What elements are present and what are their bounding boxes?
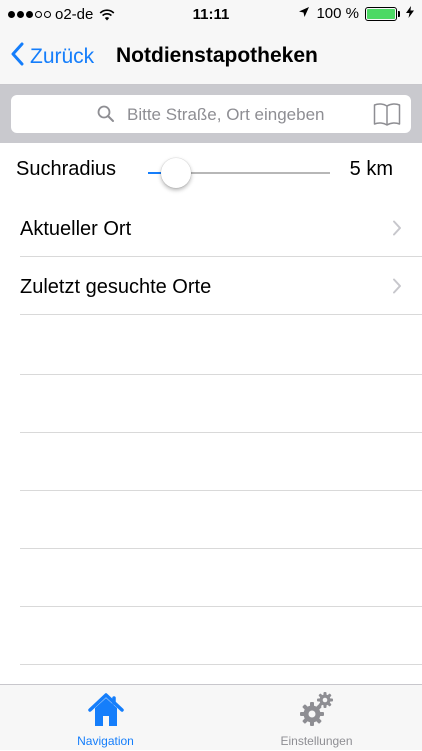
back-button[interactable]: Zurück bbox=[10, 42, 94, 72]
home-icon bbox=[0, 689, 211, 734]
search-radius-row: Suchradius 5 km bbox=[0, 143, 422, 200]
search-icon bbox=[97, 105, 115, 128]
list-item-recent-places[interactable]: Zuletzt gesuchte Orte bbox=[20, 258, 422, 315]
tab-label: Navigation bbox=[77, 734, 134, 748]
search-radius-slider[interactable] bbox=[148, 158, 330, 188]
slider-thumb[interactable] bbox=[161, 158, 191, 188]
back-button-label: Zurück bbox=[30, 45, 95, 68]
empty-list-row bbox=[20, 375, 422, 433]
tab-bar: Navigation Einstellungen bbox=[0, 684, 422, 750]
search-bar bbox=[0, 85, 422, 143]
search-field[interactable] bbox=[11, 95, 411, 133]
location-arrow-icon bbox=[298, 5, 310, 22]
empty-list-row bbox=[20, 317, 422, 375]
search-radius-label: Suchradius bbox=[16, 158, 117, 180]
tab-navigation[interactable]: Navigation bbox=[0, 685, 211, 751]
battery-percentage: 100 % bbox=[316, 5, 359, 22]
slider-track-fill bbox=[148, 172, 161, 174]
page-title: Notdienstapotheken bbox=[116, 44, 318, 67]
list-item-current-location[interactable]: Aktueller Ort bbox=[20, 200, 422, 257]
tab-label: Einstellungen bbox=[280, 734, 353, 748]
charging-bolt-icon bbox=[406, 5, 414, 22]
chevron-left-icon bbox=[10, 42, 30, 72]
search-input[interactable] bbox=[125, 103, 379, 127]
empty-list-row bbox=[20, 607, 422, 665]
navigation-bar: Zurück Notdienstapotheken bbox=[0, 30, 422, 85]
battery-icon bbox=[365, 6, 400, 21]
empty-list-row bbox=[20, 549, 422, 607]
chevron-right-icon bbox=[392, 220, 402, 241]
empty-list-row bbox=[20, 433, 422, 491]
status-right: 100 % bbox=[298, 5, 414, 22]
tab-settings[interactable]: Einstellungen bbox=[211, 685, 422, 751]
list-item-label: Aktueller Ort bbox=[20, 218, 132, 240]
status-bar: o2-de 11:11 100 % bbox=[0, 0, 422, 30]
empty-list-row bbox=[20, 491, 422, 549]
bookmarks-icon[interactable] bbox=[373, 102, 401, 131]
list-item-label: Zuletzt gesuchte Orte bbox=[20, 276, 212, 298]
search-radius-value: 5 km bbox=[349, 158, 393, 180]
gears-icon bbox=[211, 689, 422, 734]
chevron-right-icon bbox=[392, 278, 402, 299]
